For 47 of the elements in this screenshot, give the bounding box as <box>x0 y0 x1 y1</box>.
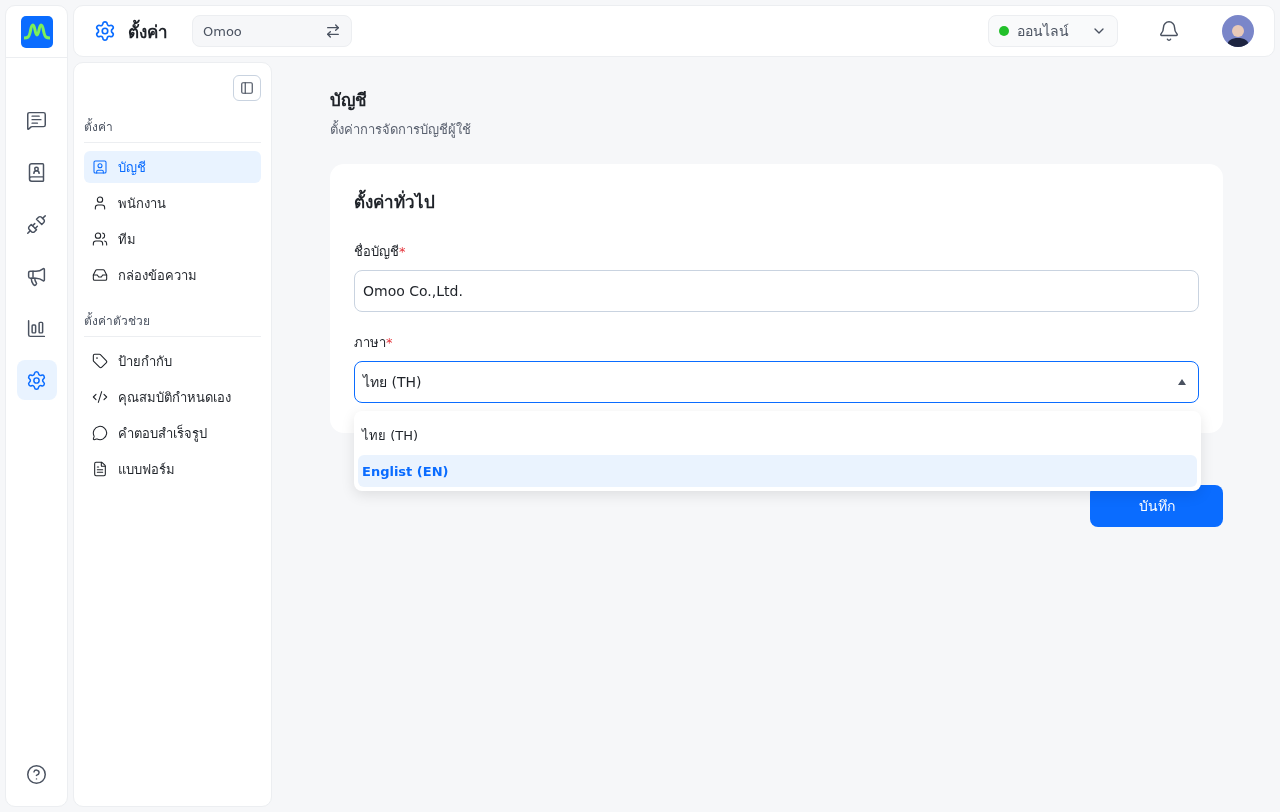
sidebar-item[interactable]: ทีม <box>84 223 261 255</box>
user-icon <box>92 195 108 211</box>
page-title: บัญชี <box>330 89 368 113</box>
sidebar-item[interactable]: แบบฟอร์ม <box>84 453 261 485</box>
sidebar-item[interactable]: คำตอบสำเร็จรูป <box>84 417 261 449</box>
swap-icon <box>325 23 341 39</box>
help-icon <box>26 763 47 785</box>
dropdown-option[interactable]: Englist (EN) <box>358 455 1197 487</box>
chat-icon <box>26 109 47 131</box>
field-label: ชื่อบัญชี* <box>354 242 407 261</box>
plug-icon <box>26 213 47 235</box>
megaphone-icon <box>26 265 47 287</box>
status-dropdown[interactable]: ออนไลน์ <box>988 15 1118 47</box>
account-name-input[interactable]: Omoo Co.,Ltd. <box>354 270 1199 312</box>
bar-chart-icon <box>26 317 47 339</box>
user-avatar[interactable] <box>1222 15 1254 47</box>
card-title: ตั้งค่าทั่วไป <box>354 188 1199 215</box>
document-icon <box>92 461 108 477</box>
logo-icon <box>20 15 53 48</box>
user-square-icon <box>92 159 108 175</box>
page-subtitle: ตั้งค่าการจัดการบัญชีผู้ใช้ <box>330 119 472 140</box>
person-silhouette-icon <box>1227 23 1249 47</box>
notifications-button[interactable] <box>1158 20 1180 42</box>
sidebar-item[interactable]: พนักงาน <box>84 187 261 219</box>
workspace-switcher[interactable]: Omoo <box>192 15 352 47</box>
users-icon <box>92 231 108 247</box>
contact-book-icon <box>26 161 47 183</box>
settings-icon <box>26 369 47 391</box>
sidebar-item[interactable]: กล่องข้อความ <box>84 259 261 291</box>
settings-icon <box>94 20 116 42</box>
page-header-title: ตั้งค่า <box>128 18 168 44</box>
sidebar-item[interactable]: คุณสมบัติกำหนดเอง <box>84 381 261 413</box>
caret-up-icon <box>1178 379 1186 385</box>
bell-icon <box>1158 20 1180 42</box>
nav-rail-button[interactable] <box>16 360 57 400</box>
sidebar-group-title: ตั้งค่าตัวช่วย <box>84 303 261 337</box>
panel-left-icon <box>240 80 254 96</box>
code-icon <box>92 389 108 405</box>
language-select[interactable]: ไทย (TH) <box>354 361 1199 403</box>
collapse-sidebar-button[interactable] <box>233 75 261 101</box>
sidebar-item[interactable]: บัญชี <box>84 151 261 183</box>
field-label: ภาษา* <box>354 334 394 352</box>
chat-bubble-icon <box>92 425 108 441</box>
sidebar-group-title: ตั้งค่า <box>84 109 261 143</box>
inbox-icon <box>92 267 108 283</box>
tag-icon <box>92 353 108 369</box>
sidebar-item[interactable]: ป้ายกำกับ <box>84 345 261 377</box>
